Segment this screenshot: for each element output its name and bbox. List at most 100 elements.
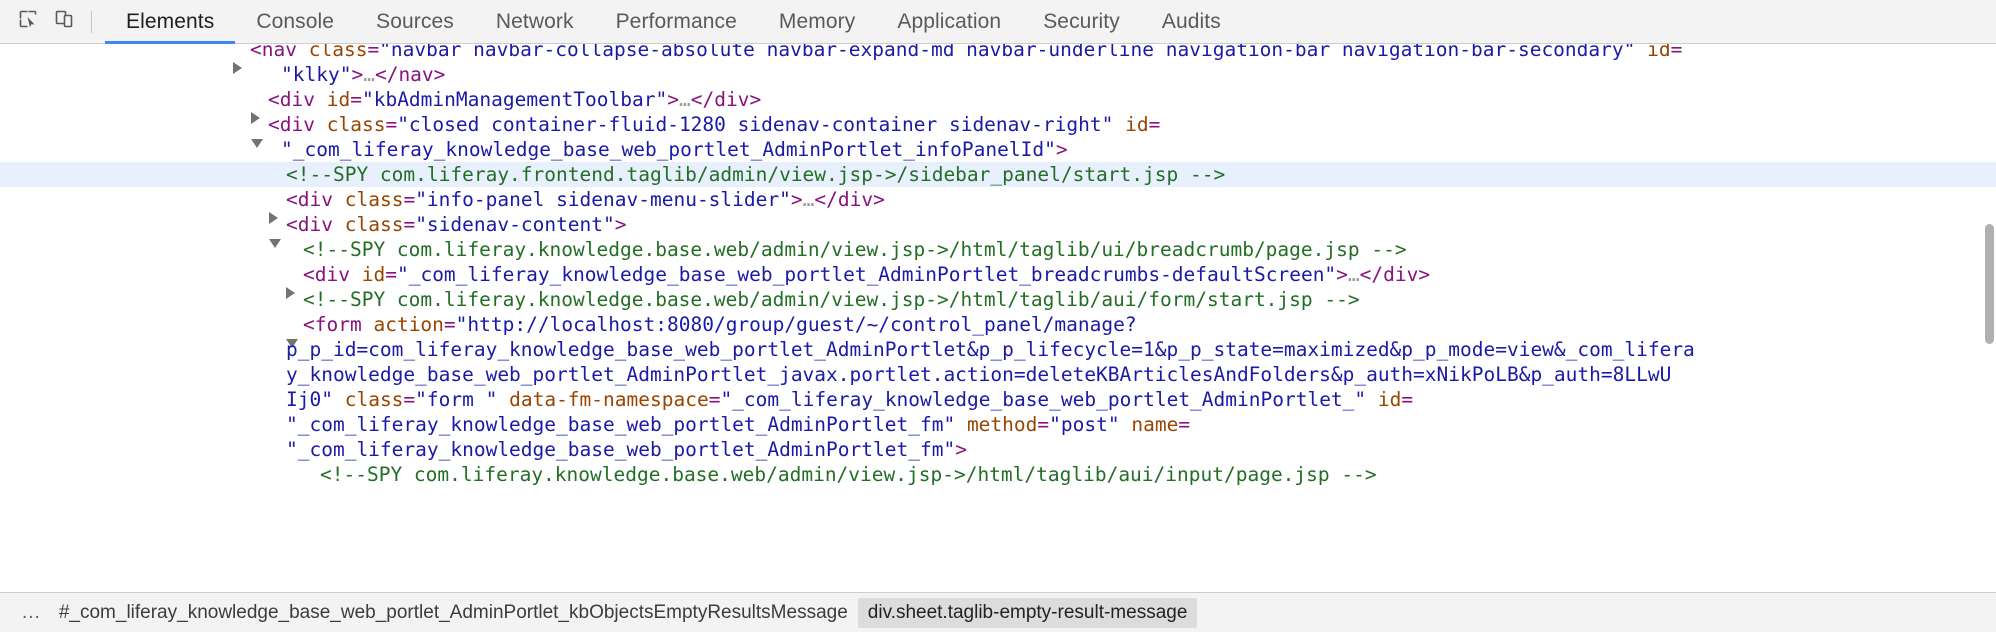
tab-elements[interactable]: Elements: [105, 0, 236, 44]
token-attn: class: [344, 213, 404, 236]
token-attv: "_com_liferay_knowledge_base_web_portlet…: [396, 263, 1337, 286]
token-attv: y_knowledge_base_web_portlet_AdminPortle…: [286, 363, 1672, 386]
dom-node-text: "_com_liferay_knowledge_base_web_portlet…: [0, 137, 1996, 162]
dom-node-text: p_p_id=com_liferay_knowledge_base_web_po…: [0, 337, 1996, 362]
dom-node-row[interactable]: "_com_liferay_knowledge_base_web_portlet…: [0, 437, 1996, 462]
token-cmt: <!--SPY com.liferay.knowledge.base.web/a…: [320, 463, 1377, 486]
token-pun: =: [403, 213, 416, 236]
token-pun: =: [385, 263, 397, 286]
tab-sources[interactable]: Sources: [355, 0, 475, 44]
token-pun: =: [403, 188, 416, 211]
dom-node-text: "_com_liferay_knowledge_base_web_portlet…: [0, 412, 1996, 437]
token-pun: =: [1178, 413, 1191, 436]
token-pun: </: [1359, 263, 1384, 286]
token-pun: =: [1148, 113, 1161, 136]
token-pun: <: [268, 113, 280, 136]
tab-application-label: Application: [897, 9, 1002, 33]
token-pun: =: [385, 113, 398, 136]
tab-console[interactable]: Console: [235, 0, 355, 44]
dom-node-text: <div class="sidenav-content">: [0, 212, 1996, 248]
tab-memory-label: Memory: [778, 9, 856, 33]
breadcrumb-item-1[interactable]: div.sheet.taglib-empty-result-message: [857, 597, 1198, 628]
dom-node-text: <div id="_com_liferay_knowledge_base_web…: [0, 262, 1996, 299]
token-attn: id: [361, 263, 386, 286]
dom-node-row[interactable]: Ij0" class="form " data-fm-namespace="_c…: [0, 387, 1996, 412]
token-tag: nav: [261, 44, 297, 61]
token-cmt: <!--SPY com.liferay.knowledge.base.web/a…: [303, 238, 1407, 261]
dom-node-text: "klky">…</nav>: [0, 62, 1996, 87]
token-attv: "post": [1049, 413, 1120, 436]
dom-node-row[interactable]: <nav class="navbar navbar-collapse-absol…: [0, 44, 1996, 74]
dom-node-row[interactable]: <div id="kbAdminManagementToolbar">…</di…: [0, 87, 1996, 124]
token-pun: =: [350, 88, 362, 111]
tab-sources-label: Sources: [376, 9, 454, 33]
dom-node-text: <!--SPY com.liferay.knowledge.base.web/a…: [0, 237, 1996, 262]
token-pun: <: [303, 313, 315, 336]
dom-node-row[interactable]: <div class="closed container-fluid-1280 …: [0, 112, 1996, 148]
tab-elements-label: Elements: [126, 9, 215, 33]
tab-application[interactable]: Application: [876, 0, 1022, 44]
dom-node-row[interactable]: p_p_id=com_liferay_knowledge_base_web_po…: [0, 337, 1996, 362]
tab-console-label: Console: [256, 9, 335, 33]
tab-audits-label: Audits: [1161, 9, 1221, 33]
token-pun: >: [1055, 138, 1068, 161]
dom-node-row[interactable]: <form action="http://localhost:8080/grou…: [0, 312, 1996, 348]
tab-memory[interactable]: Memory: [758, 0, 876, 44]
token-attn: class: [308, 44, 368, 61]
token-ell: …: [363, 63, 375, 86]
tab-network-label: Network: [495, 9, 574, 33]
token-tag: div: [837, 188, 874, 211]
dom-tree-scrollbar[interactable]: [1985, 224, 1994, 344]
dom-node-row[interactable]: <!--SPY com.liferay.frontend.taglib/admi…: [0, 162, 1996, 187]
inspect-element-button[interactable]: [10, 6, 46, 38]
token-pun: <: [250, 44, 262, 61]
tab-performance[interactable]: Performance: [595, 0, 758, 44]
token-pun: >: [433, 63, 446, 86]
dom-node-row[interactable]: <div id="_com_liferay_knowledge_base_web…: [0, 262, 1996, 299]
tab-audits[interactable]: Audits: [1141, 0, 1242, 44]
token-pun: >: [873, 188, 885, 211]
dom-node-row[interactable]: <!--SPY com.liferay.knowledge.base.web/a…: [0, 462, 1996, 487]
breadcrumb-item-0[interactable]: #_com_liferay_knowledge_base_web_portlet…: [49, 598, 858, 628]
token-pun: >: [1336, 263, 1348, 286]
token-attv: "_com_liferay_knowledge_base_web_portlet…: [286, 438, 956, 461]
token-pun: >: [749, 88, 762, 111]
token-attn: class: [344, 388, 404, 411]
token-attv: "closed container-fluid-1280 sidenav-con…: [397, 113, 1114, 136]
breadcrumb-overflow-button[interactable]: ...: [14, 599, 49, 627]
dom-node-row[interactable]: "_com_liferay_knowledge_base_web_portlet…: [0, 412, 1996, 437]
token-attv: p_p_id=com_liferay_knowledge_base_web_po…: [286, 338, 1695, 361]
token-attn: action: [373, 313, 444, 336]
dom-tree: <nav class="navbar navbar-collapse-absol…: [0, 44, 1996, 487]
token-pun: =: [1037, 413, 1050, 436]
token-pun: </: [814, 188, 838, 211]
dom-node-row[interactable]: "_com_liferay_knowledge_base_web_portlet…: [0, 137, 1996, 162]
tab-security[interactable]: Security: [1022, 0, 1141, 44]
dom-node-text: "_com_liferay_knowledge_base_web_portlet…: [0, 437, 1996, 462]
token-attv: "_com_liferay_knowledge_base_web_portlet…: [281, 138, 1056, 161]
token-pun: <: [286, 188, 298, 211]
token-tag: div: [714, 88, 750, 111]
token-attv: "_com_liferay_knowledge_base_web_portlet…: [286, 413, 956, 436]
dom-node-row[interactable]: <div class="info-panel sidenav-menu-slid…: [0, 187, 1996, 224]
dom-node-text: <!--SPY com.liferay.frontend.taglib/admi…: [0, 162, 1996, 187]
token-tag: div: [297, 188, 333, 211]
dom-node-row[interactable]: <div class="sidenav-content">: [0, 212, 1996, 248]
token-pun: >: [667, 88, 679, 111]
dom-node-row[interactable]: y_knowledge_base_web_portlet_AdminPortle…: [0, 362, 1996, 387]
token-attv: "kbAdminManagementToolbar": [361, 88, 668, 111]
dom-tree-panel[interactable]: <nav class="navbar navbar-collapse-absol…: [0, 44, 1996, 592]
device-toolbar-button[interactable]: [46, 6, 82, 38]
dom-node-row[interactable]: "klky">…</nav>: [0, 62, 1996, 87]
dom-node-row[interactable]: <!--SPY com.liferay.knowledge.base.web/a…: [0, 287, 1996, 312]
token-attn: id: [1125, 113, 1149, 136]
tab-network[interactable]: Network: [475, 0, 595, 44]
dom-node-text: <form action="http://localhost:8080/grou…: [0, 312, 1996, 348]
dom-node-row[interactable]: <!--SPY com.liferay.knowledge.base.web/a…: [0, 237, 1996, 262]
